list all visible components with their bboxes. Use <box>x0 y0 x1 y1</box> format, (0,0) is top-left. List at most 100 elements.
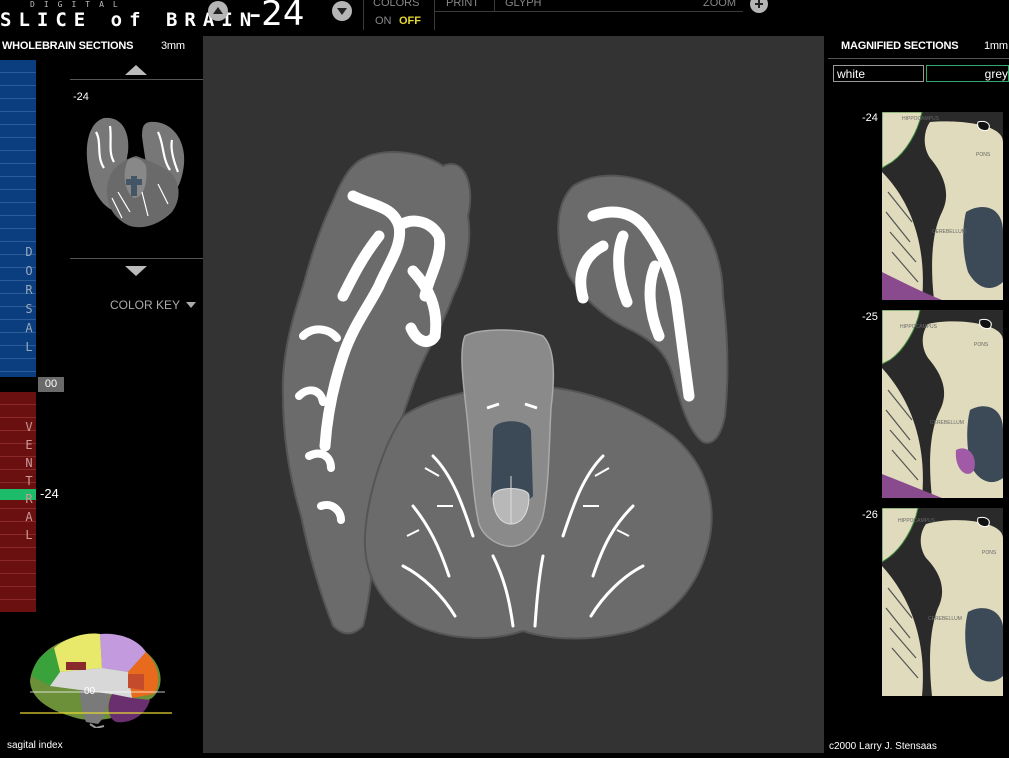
wholebrain-thumbnail[interactable] <box>82 112 190 230</box>
index-tick <box>0 241 36 242</box>
top-toolbar: DIGITAL SLICE of BRAIN -24 COLORS ON OFF… <box>0 0 1009 34</box>
magnified-section-image <box>882 508 1003 696</box>
zoom-in-button[interactable] <box>750 0 768 13</box>
structure-label: HIPPOCAMPUS <box>898 518 935 524</box>
index-tick <box>0 137 36 138</box>
ventral-letter: E <box>25 438 33 452</box>
ventral-letter: A <box>25 510 33 524</box>
magnified-section-thumbnail[interactable]: HIPPOCAMPUS PONS CEREBELLUM <box>882 310 1003 498</box>
dorsal-letter: O <box>25 264 33 278</box>
triangle-up-icon <box>125 65 147 75</box>
index-tick <box>0 358 36 359</box>
zero-badge: 00 <box>38 377 64 392</box>
dorsal-letter: L <box>25 340 33 354</box>
index-tick <box>0 586 36 587</box>
colors-off-toggle[interactable]: OFF <box>399 15 421 27</box>
ventral-letter: N <box>25 456 33 470</box>
plus-icon <box>755 0 763 8</box>
index-tick <box>0 599 36 600</box>
divider <box>70 258 203 259</box>
chevron-down-icon <box>186 302 197 308</box>
index-tick <box>0 85 36 86</box>
structure-label: HIPPOCAMPUS <box>902 116 939 122</box>
main-section-viewer[interactable] <box>203 36 824 753</box>
slice-down-button[interactable] <box>332 1 352 21</box>
structure-label: HIPPOCAMPUS <box>900 324 937 330</box>
structure-label: CEREBELLUM <box>928 616 962 622</box>
ventral-letter: R <box>25 492 33 506</box>
zoom-label: ZOOM <box>703 0 736 9</box>
thumb-slice-label: -24 <box>73 91 89 103</box>
index-tick <box>0 176 36 177</box>
index-tick <box>0 547 36 548</box>
triangle-down-icon <box>337 8 347 15</box>
divider <box>434 0 435 30</box>
brain-section-thumbnail <box>86 117 185 228</box>
slice-up-button[interactable] <box>208 1 228 21</box>
index-tick <box>0 72 36 73</box>
grey-matter-field[interactable]: grey <box>926 65 1009 82</box>
divider <box>70 79 203 80</box>
thumb-scroll-down-button[interactable] <box>124 264 148 282</box>
magnified-section-image <box>882 112 1003 300</box>
copyright-credit: c2000 Larry J. Stensaas <box>829 741 937 752</box>
structure-label: PONS <box>976 152 991 158</box>
glyph-button[interactable]: GLYPH <box>505 0 541 9</box>
index-tick <box>0 560 36 561</box>
structure-label: PONS <box>974 342 989 348</box>
sagital-brain-map <box>20 633 172 730</box>
index-tick <box>0 98 36 99</box>
magnified-section-thumbnail[interactable]: HIPPOCAMPUS PONS CEREBELLUM <box>882 508 1003 696</box>
magnified-section-label: -26 <box>862 509 878 521</box>
magnified-title: MAGNIFIED SECTIONS <box>841 40 959 52</box>
structure-label: CEREBELLUM <box>930 420 964 426</box>
wholebrain-thickness: 3mm <box>161 40 185 52</box>
index-tick <box>0 228 36 229</box>
index-tick <box>0 319 36 320</box>
sagital-index-widget[interactable]: 00 <box>20 628 178 730</box>
dorsal-letter: D <box>25 245 33 259</box>
index-tick <box>0 111 36 112</box>
dorsal-letter: S <box>25 302 33 316</box>
magnified-section-label: -25 <box>862 311 878 323</box>
white-matter-field[interactable]: white <box>833 65 924 82</box>
dorsal-letter: R <box>25 283 33 297</box>
divider <box>363 0 364 30</box>
ventral-letter: V <box>25 420 33 434</box>
colors-on-toggle[interactable]: ON <box>375 15 392 27</box>
print-button[interactable]: PRINT <box>446 0 479 9</box>
index-tick <box>0 508 36 509</box>
index-tick <box>0 202 36 203</box>
dorsal-letter: A <box>25 321 33 335</box>
index-tick <box>0 215 36 216</box>
magnified-section-thumbnail[interactable]: HIPPOCAMPUS PONS CEREBELLUM <box>882 112 1003 300</box>
ventral-letter: L <box>25 528 33 542</box>
axial-brain-section <box>281 151 729 640</box>
index-tick <box>0 371 36 372</box>
triangle-up-icon <box>213 7 223 14</box>
magnified-thickness: 1mm <box>984 40 1008 52</box>
magnified-section-label: -24 <box>862 112 878 124</box>
current-slice-number: -24 <box>249 0 305 34</box>
magnified-section-image <box>882 310 1003 498</box>
color-key-label: COLOR KEY <box>110 298 180 312</box>
structure-label: CEREBELLUM <box>932 229 966 235</box>
index-tick <box>0 163 36 164</box>
index-tick <box>0 573 36 574</box>
ventral-letter: T <box>25 474 33 488</box>
current-slice-index-label: -24 <box>40 486 59 501</box>
structure-label: PONS <box>982 550 997 556</box>
triangle-down-icon <box>125 266 147 276</box>
colors-label: COLORS <box>373 0 420 9</box>
index-tick <box>0 189 36 190</box>
sagital-caption: sagital index <box>7 740 63 751</box>
index-tick <box>0 404 36 405</box>
sagital-zero-label: 00 <box>84 686 96 697</box>
color-key-button[interactable]: COLOR KEY <box>110 298 197 312</box>
logo-digital: DIGITAL <box>30 0 127 9</box>
index-tick <box>0 280 36 281</box>
index-tick <box>0 124 36 125</box>
wholebrain-title: WHOLEBRAIN SECTIONS <box>2 40 134 52</box>
toolbar-underline <box>435 11 743 12</box>
index-tick <box>0 150 36 151</box>
